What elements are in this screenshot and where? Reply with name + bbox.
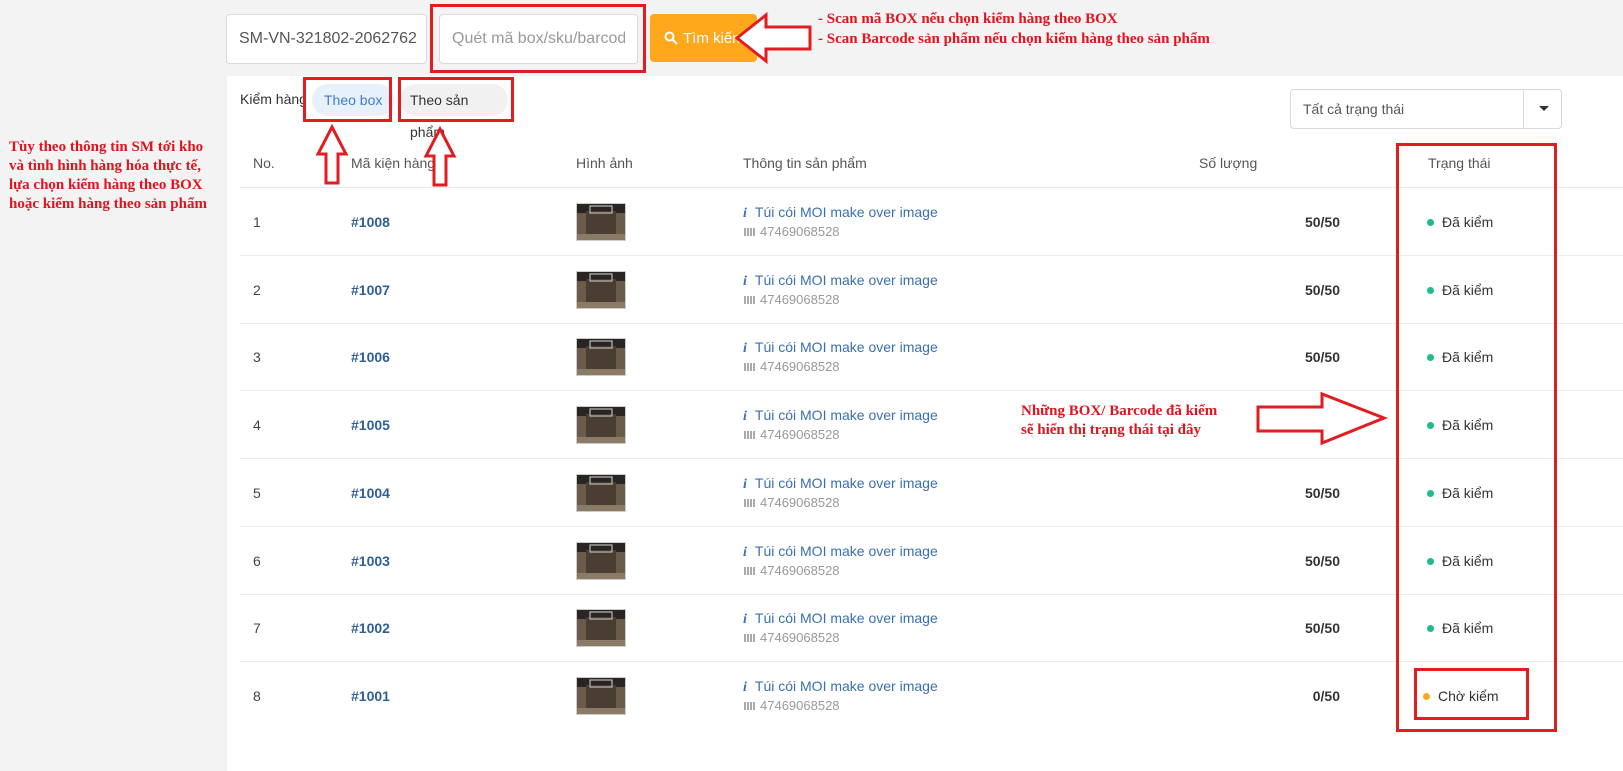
highlight-status-column <box>1396 143 1557 732</box>
highlight-mode-product <box>398 77 514 122</box>
highlight-mode-box <box>303 77 392 122</box>
arrow-up-icon <box>315 123 349 185</box>
arrow-left-icon <box>734 11 812 65</box>
annotation-status-note: Những BOX/ Barcode đã kiểm sẽ hiển thị t… <box>1021 403 1218 438</box>
annotation-scan-note-1: - Scan mã BOX nếu chọn kiểm hàng theo BO… <box>818 11 1118 27</box>
annotation-scan-note-2: - Scan Barcode sản phẩm nếu chọn kiểm hà… <box>818 31 1210 47</box>
annotation-overlay <box>315 11 1389 446</box>
highlight-pending-status <box>1414 668 1529 720</box>
arrow-up-icon <box>423 125 457 187</box>
arrow-right-icon <box>1256 391 1389 446</box>
annotation-mode-note: Tùy theo thông tin SM tới kho và tình hì… <box>9 139 207 212</box>
highlight-scan-input <box>430 4 646 73</box>
